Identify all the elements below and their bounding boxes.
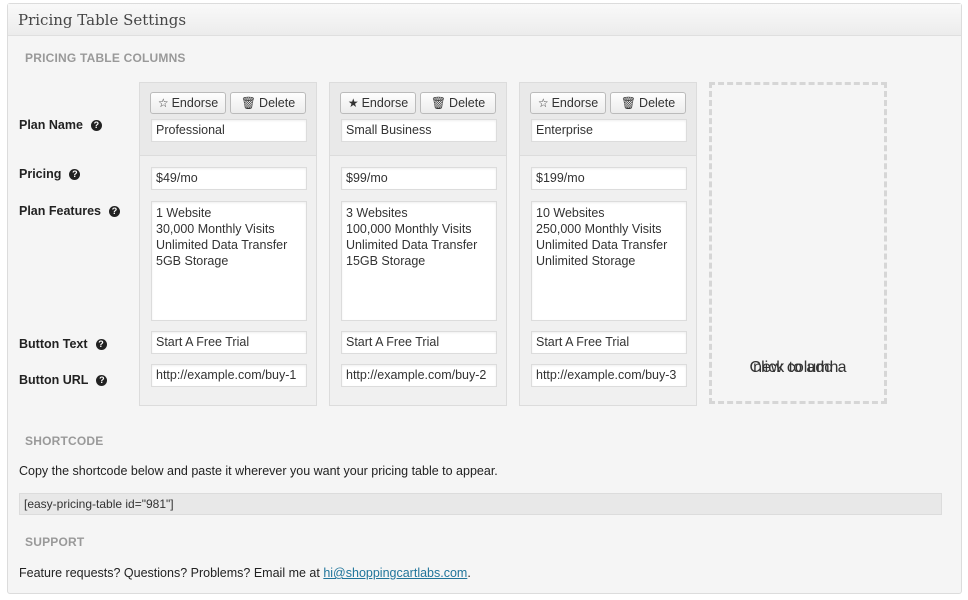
button-url-input[interactable]: http://example.com/buy-3	[531, 364, 687, 387]
shortcode-field[interactable]: [easy-pricing-table id="981"]	[19, 493, 942, 515]
section-title-shortcode: SHORTCODE	[25, 434, 104, 448]
trash-icon: 🗑	[240, 96, 257, 110]
support-text: Feature requests? Questions? Problems? E…	[19, 566, 471, 580]
plan-name-input[interactable]: Professional	[151, 119, 307, 142]
plan-features-textarea[interactable]: 3 Websites 100,000 Monthly Visits Unlimi…	[341, 201, 497, 321]
plan-name-input[interactable]: Small Business	[341, 119, 497, 142]
support-email-link[interactable]: hi@shoppingcartlabs.com	[323, 566, 467, 580]
delete-button[interactable]: 🗑 Delete	[610, 92, 686, 114]
feature-line: 3 Websites	[346, 206, 408, 220]
row-label-plan-features: Plan Features?	[19, 204, 120, 218]
feature-line: 30,000 Monthly Visits	[156, 222, 275, 236]
star-outline-icon: ☆	[537, 96, 549, 110]
endorse-button[interactable]: ☆ Endorse	[530, 92, 606, 114]
button-text-input[interactable]: Start A Free Trial	[151, 331, 307, 354]
pricing-column-1: ☆ Endorse 🗑 Delete Professional $49/mo 1 W…	[139, 82, 317, 406]
row-label-text: Button URL	[19, 373, 89, 387]
help-icon[interactable]: ?	[95, 339, 107, 350]
endorse-label: Endorse	[551, 96, 599, 110]
help-icon[interactable]: ?	[69, 169, 81, 180]
row-label-button-url: Button URL?	[19, 373, 108, 387]
delete-button[interactable]: 🗑 Delete	[230, 92, 306, 114]
button-text-input[interactable]: Start A Free Trial	[531, 331, 687, 354]
plan-features-textarea[interactable]: 1 Website 30,000 Monthly Visits Unlimite…	[151, 201, 307, 321]
feature-line: Unlimited Data Transfer	[346, 238, 478, 252]
star-filled-icon: ★	[347, 96, 359, 110]
shortcode-instructions: Copy the shortcode below and paste it wh…	[19, 464, 498, 478]
panel-title: Pricing Table Settings	[18, 11, 187, 29]
row-label-pricing: Pricing?	[19, 167, 81, 181]
row-label-text: Pricing	[19, 167, 62, 181]
row-label-button-text: Button Text?	[19, 337, 107, 351]
delete-label: Delete	[259, 96, 296, 110]
delete-button[interactable]: 🗑 Delete	[420, 92, 496, 114]
feature-line: Unlimited Data Transfer	[156, 238, 288, 252]
endorse-label: Endorse	[361, 96, 409, 110]
support-message: Feature requests? Questions? Problems? E…	[19, 566, 320, 580]
trash-icon: 🗑	[620, 96, 637, 110]
star-outline-icon: ☆	[157, 96, 169, 110]
row-label-text: Button Text	[19, 337, 88, 351]
section-title-support: SUPPORT	[25, 535, 85, 549]
section-title-columns: PRICING TABLE COLUMNS	[25, 51, 186, 65]
button-url-input[interactable]: http://example.com/buy-1	[151, 364, 307, 387]
pricing-table-settings-panel: Pricing Table Settings PRICING TABLE COL…	[7, 3, 962, 594]
add-column-label: Click to add a new column.	[712, 220, 884, 376]
support-suffix: .	[467, 566, 471, 580]
feature-line: 250,000 Monthly Visits	[536, 222, 662, 236]
feature-line: 100,000 Monthly Visits	[346, 222, 472, 236]
pricing-input[interactable]: $199/mo	[531, 167, 687, 190]
endorse-button[interactable]: ☆ Endorse	[150, 92, 226, 114]
button-url-input[interactable]: http://example.com/buy-2	[341, 364, 497, 387]
help-icon[interactable]: ?	[90, 120, 102, 131]
feature-line: 5GB Storage	[156, 254, 229, 268]
pricing-column-2: ★ Endorse 🗑 Delete Small Business $99/mo 3…	[329, 82, 507, 406]
panel-header: Pricing Table Settings	[8, 4, 961, 36]
help-icon[interactable]: ?	[96, 375, 108, 386]
feature-line: Unlimited Data Transfer	[536, 238, 668, 252]
plan-features-textarea[interactable]: 10 Websites 250,000 Monthly Visits Unlim…	[531, 201, 687, 321]
add-column-line-2: new column.	[753, 359, 843, 376]
pricing-input[interactable]: $99/mo	[341, 167, 497, 190]
delete-label: Delete	[449, 96, 486, 110]
feature-line: 10 Websites	[536, 206, 605, 220]
help-icon[interactable]: ?	[108, 206, 120, 217]
endorse-label: Endorse	[171, 96, 219, 110]
pricing-input[interactable]: $49/mo	[151, 167, 307, 190]
feature-line: Unlimited Storage	[536, 254, 636, 268]
row-label-plan-name: Plan Name?	[19, 118, 102, 132]
plan-name-input[interactable]: Enterprise	[531, 119, 687, 142]
trash-icon: 🗑	[430, 96, 447, 110]
row-label-text: Plan Name	[19, 118, 83, 132]
button-text-input[interactable]: Start A Free Trial	[341, 331, 497, 354]
feature-line: 15GB Storage	[346, 254, 426, 268]
feature-line: 1 Website	[156, 206, 212, 220]
endorse-button[interactable]: ★ Endorse	[340, 92, 416, 114]
add-column-button[interactable]: Click to add a new column.	[709, 82, 887, 404]
delete-label: Delete	[639, 96, 676, 110]
pricing-column-3: ☆ Endorse 🗑 Delete Enterprise $199/mo 10 W…	[519, 82, 697, 406]
row-label-text: Plan Features	[19, 204, 101, 218]
